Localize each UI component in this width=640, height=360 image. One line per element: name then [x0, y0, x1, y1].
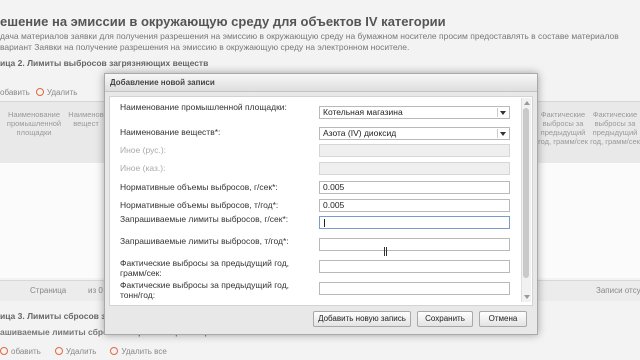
- chevron-down-icon[interactable]: [497, 108, 508, 117]
- dialog-footer: Добавить новую запись Сохранить Отмена: [105, 310, 537, 330]
- delete-button-3[interactable]: Удалить: [54, 346, 97, 356]
- dialog-title: Добавление новой записи: [110, 78, 215, 87]
- form-row-req-tyear: Запрашиваемые лимиты выбросов, т/год*:: [120, 236, 515, 257]
- delete-all-label: Удалить все: [121, 346, 167, 356]
- form-row-actual-tyear: Фактические выбросы за предыдущий год, т…: [120, 280, 515, 301]
- add-button[interactable]: обавить: [0, 88, 30, 97]
- page-title: ешение на эмиссии в окружающую среду для…: [0, 14, 446, 29]
- scroll-thumb[interactable]: [523, 108, 529, 278]
- column-header-substance: Наименов вещест: [68, 110, 104, 128]
- add-icon: [0, 347, 8, 355]
- page-intro: дача материалов заявки для получения раз…: [0, 31, 640, 53]
- actual-gsec-input[interactable]: [319, 260, 510, 273]
- other-kz-input: [319, 162, 510, 175]
- pager-page-label: Страница: [30, 286, 67, 295]
- delete-label: Удалить: [46, 87, 78, 97]
- intro-line-2: вариант Заявки на получение разрешения н…: [0, 42, 410, 52]
- label-site: Наименование промышленной площадки:: [120, 102, 287, 112]
- label-substance: Наименование веществ*:: [120, 127, 221, 137]
- actual-tyear-input[interactable]: [319, 282, 510, 295]
- form-row-req-gsec: Запрашиваемые лимиты выбросов, г/сек*:: [120, 214, 515, 235]
- text-caret: [324, 219, 325, 227]
- substance-select-value: Азота (IV) диоксид: [323, 128, 397, 138]
- label-req-gsec: Запрашиваемые лимиты выбросов, г/сек*:: [120, 214, 289, 224]
- delete-button[interactable]: Удалить: [35, 87, 78, 97]
- column-header-actual-gsec: Фактические выбросы за предыдущий год, г…: [538, 110, 588, 146]
- mouse-cursor-icon: [384, 247, 387, 256]
- form-row-norm-tyear: Нормативные объемы выбросов, т/год*: 0.0…: [120, 199, 515, 213]
- pager-empty-message: Записи отсут: [596, 286, 640, 295]
- form-row-site: Наименование промышленной площадки: Коте…: [120, 102, 515, 123]
- delete-all-button[interactable]: Удалить все: [110, 346, 167, 356]
- dialog-header[interactable]: Добавление новой записи: [105, 74, 537, 92]
- table-3-toolbar: обавить Удалить Удалить все: [0, 343, 167, 359]
- form-row-other-kz: Иное (каз.):: [120, 162, 515, 176]
- label-other-ru: Иное (рус.):: [120, 145, 167, 155]
- norm-gsec-input[interactable]: 0.005: [319, 181, 510, 194]
- other-ru-input: [319, 144, 510, 157]
- delete-label-3: Удалить: [65, 346, 97, 356]
- form-row-norm-gsec: Нормативные объемы выбросов, г/сек*: 0.0…: [120, 181, 515, 195]
- site-select[interactable]: Котельная магазина: [319, 106, 510, 119]
- pager-total: из 0: [88, 286, 103, 295]
- form-row-other-ru: Иное (рус.):: [120, 144, 515, 158]
- intro-line-1: дача материалов заявки для получения раз…: [0, 31, 619, 41]
- column-header-site: Наименование промышленной площадки: [6, 110, 62, 137]
- label-norm-tyear: Нормативные объемы выбросов, т/год*:: [120, 200, 279, 210]
- add-label-3: обавить: [11, 346, 41, 356]
- cancel-button[interactable]: Отмена: [479, 311, 527, 327]
- delete-all-icon: [110, 347, 119, 355]
- site-select-value: Котельная магазина: [323, 107, 403, 117]
- table-2-toolbar: обавить Удалить: [0, 84, 77, 100]
- label-other-kz: Иное (каз.):: [120, 163, 166, 173]
- substance-select[interactable]: Азота (IV) диоксид: [319, 127, 510, 140]
- scroll-up-icon[interactable]: [524, 101, 530, 105]
- add-button-3[interactable]: обавить: [0, 347, 41, 356]
- delete-icon: [35, 88, 44, 96]
- column-header-actual-2: Фактические выбросы за предыдущий год, г…: [590, 110, 640, 146]
- req-tyear-input[interactable]: [319, 238, 510, 251]
- add-new-record-button[interactable]: Добавить новую запись: [313, 311, 411, 327]
- save-button[interactable]: Сохранить: [417, 311, 473, 327]
- form-row-actual-gsec: Фактические выбросы за предыдущий год, г…: [120, 258, 515, 279]
- add-record-dialog: Добавление новой записи Наименование про…: [104, 73, 538, 335]
- req-gsec-input[interactable]: [319, 216, 510, 229]
- dialog-form: Наименование промышленной площадки: Коте…: [109, 96, 533, 306]
- label-actual-gsec: Фактические выбросы за предыдущий год, г…: [120, 258, 290, 278]
- label-norm-gsec: Нормативные объемы выбросов, г/сек*:: [120, 182, 278, 192]
- delete-icon: [54, 347, 63, 355]
- label-actual-tyear: Фактические выбросы за предыдущий год, т…: [120, 280, 290, 300]
- add-label: обавить: [0, 87, 30, 97]
- form-scrollbar[interactable]: [521, 98, 531, 302]
- norm-tyear-input[interactable]: 0.005: [319, 199, 510, 212]
- section-2-title: ица 2. Лимиты выбросов загрязняющих веще…: [0, 58, 209, 68]
- scroll-down-icon[interactable]: [524, 295, 530, 299]
- form-row-substance: Наименование веществ*: Азота (IV) диокси…: [120, 126, 515, 140]
- chevron-down-icon[interactable]: [497, 129, 508, 138]
- label-req-tyear: Запрашиваемые лимиты выбросов, т/год*:: [120, 236, 289, 246]
